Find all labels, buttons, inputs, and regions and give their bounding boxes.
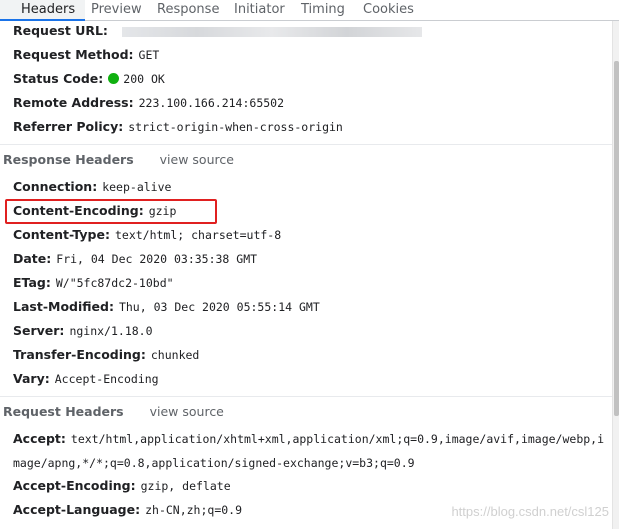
referrer-policy-row: Referrer Policy: strict-origin-when-cross… [13,117,343,137]
header-value: zh-CN,zh;q=0.9 [145,503,243,517]
scrollbar-thumb[interactable] [614,61,619,416]
response-header-row: Date: Fri, 04 Dec 2020 03:35:38 GMT [13,249,257,269]
request-headers-label: Request Headers [3,404,124,419]
request-header-row-accept: Accept: text/html,application/xhtml+xml,a… [13,427,609,475]
header-value: gzip, deflate [140,479,231,493]
header-key: Last-Modified: [13,299,114,314]
response-header-row: Vary: Accept-Encoding [13,369,159,389]
watermark: https://blog.csdn.net/csl125 [451,504,609,519]
request-header-row: Accept-Encoding: gzip, deflate [13,476,231,496]
header-value: W/"5fc87dc2-10bd" [55,276,174,290]
content-encoding-highlight-box [5,199,217,224]
header-value: text/html; charset=utf-8 [114,228,282,242]
header-key: Date: [13,251,52,266]
header-key: Accept-Language: [13,502,141,517]
response-header-row: Server: nginx/1.18.0 [13,321,153,341]
header-key: Connection: [13,179,98,194]
remote-address-row: Remote Address: 223.100.166.214:65502 [13,93,284,113]
tab-response[interactable]: Response [157,0,219,21]
section-divider [0,396,612,397]
header-key: Accept-Encoding: [13,478,136,493]
response-header-row: Connection: keep-alive [13,177,171,197]
header-key: Content-Type: [13,227,110,242]
response-headers-label: Response Headers [3,152,134,167]
devtools-tab-bar: Headers Preview Response Initiator Timin… [0,0,619,21]
section-divider [0,144,612,145]
header-key: Transfer-Encoding: [13,347,146,362]
headers-panel: Request URL: Request Method: GET Status C… [0,21,612,529]
response-header-row: Last-Modified: Thu, 03 Dec 2020 05:55:14 … [13,297,320,317]
redacted-url-blur [121,26,422,37]
header-value: chunked [150,348,200,362]
tab-preview[interactable]: Preview [91,0,142,21]
tab-initiator[interactable]: Initiator [234,0,285,21]
request-url-row: Request URL: [13,21,422,41]
request-method-value: GET [138,48,160,62]
tab-cookies[interactable]: Cookies [363,0,414,21]
vertical-scrollbar[interactable] [612,21,619,529]
request-view-source-link[interactable]: view source [150,404,224,419]
remote-address-value: 223.100.166.214:65502 [138,96,285,110]
header-value: text/html,application/xhtml+xml,applicat… [13,432,605,470]
header-key: Server: [13,323,65,338]
status-code-row: Status Code: 200 OK [13,69,165,89]
response-view-source-link[interactable]: view source [160,152,234,167]
request-method-row: Request Method: GET [13,45,159,65]
referrer-policy-value: strict-origin-when-cross-origin [128,120,343,134]
header-value: nginx/1.18.0 [69,324,153,338]
response-headers-title[interactable]: Response Headers view source [3,149,234,171]
header-value: Thu, 03 Dec 2020 05:55:14 GMT [118,300,320,314]
status-code-key: Status Code: [13,71,104,86]
header-key: Accept: [13,431,66,446]
request-headers-title[interactable]: Request Headers view source [3,401,224,423]
request-method-key: Request Method: [13,47,134,62]
header-value: keep-alive [102,180,172,194]
status-ok-dot-icon [108,73,120,84]
referrer-policy-key: Referrer Policy: [13,119,124,134]
response-header-row: Content-Type: text/html; charset=utf-8 [13,225,281,245]
response-header-row: Transfer-Encoding: chunked [13,345,199,365]
request-header-row: Accept-Language: zh-CN,zh;q=0.9 [13,500,242,520]
tab-timing[interactable]: Timing [301,0,345,21]
header-value: Fri, 04 Dec 2020 03:35:38 GMT [56,252,258,266]
response-header-row: ETag: W/"5fc87dc2-10bd" [13,273,174,293]
header-key: ETag: [13,275,51,290]
header-key: Vary: [13,371,50,386]
header-value: Accept-Encoding [54,372,159,386]
remote-address-key: Remote Address: [13,95,134,110]
tab-headers[interactable]: Headers [0,0,85,21]
request-url-key: Request URL: [13,23,108,38]
status-code-value: 200 OK [123,72,165,86]
